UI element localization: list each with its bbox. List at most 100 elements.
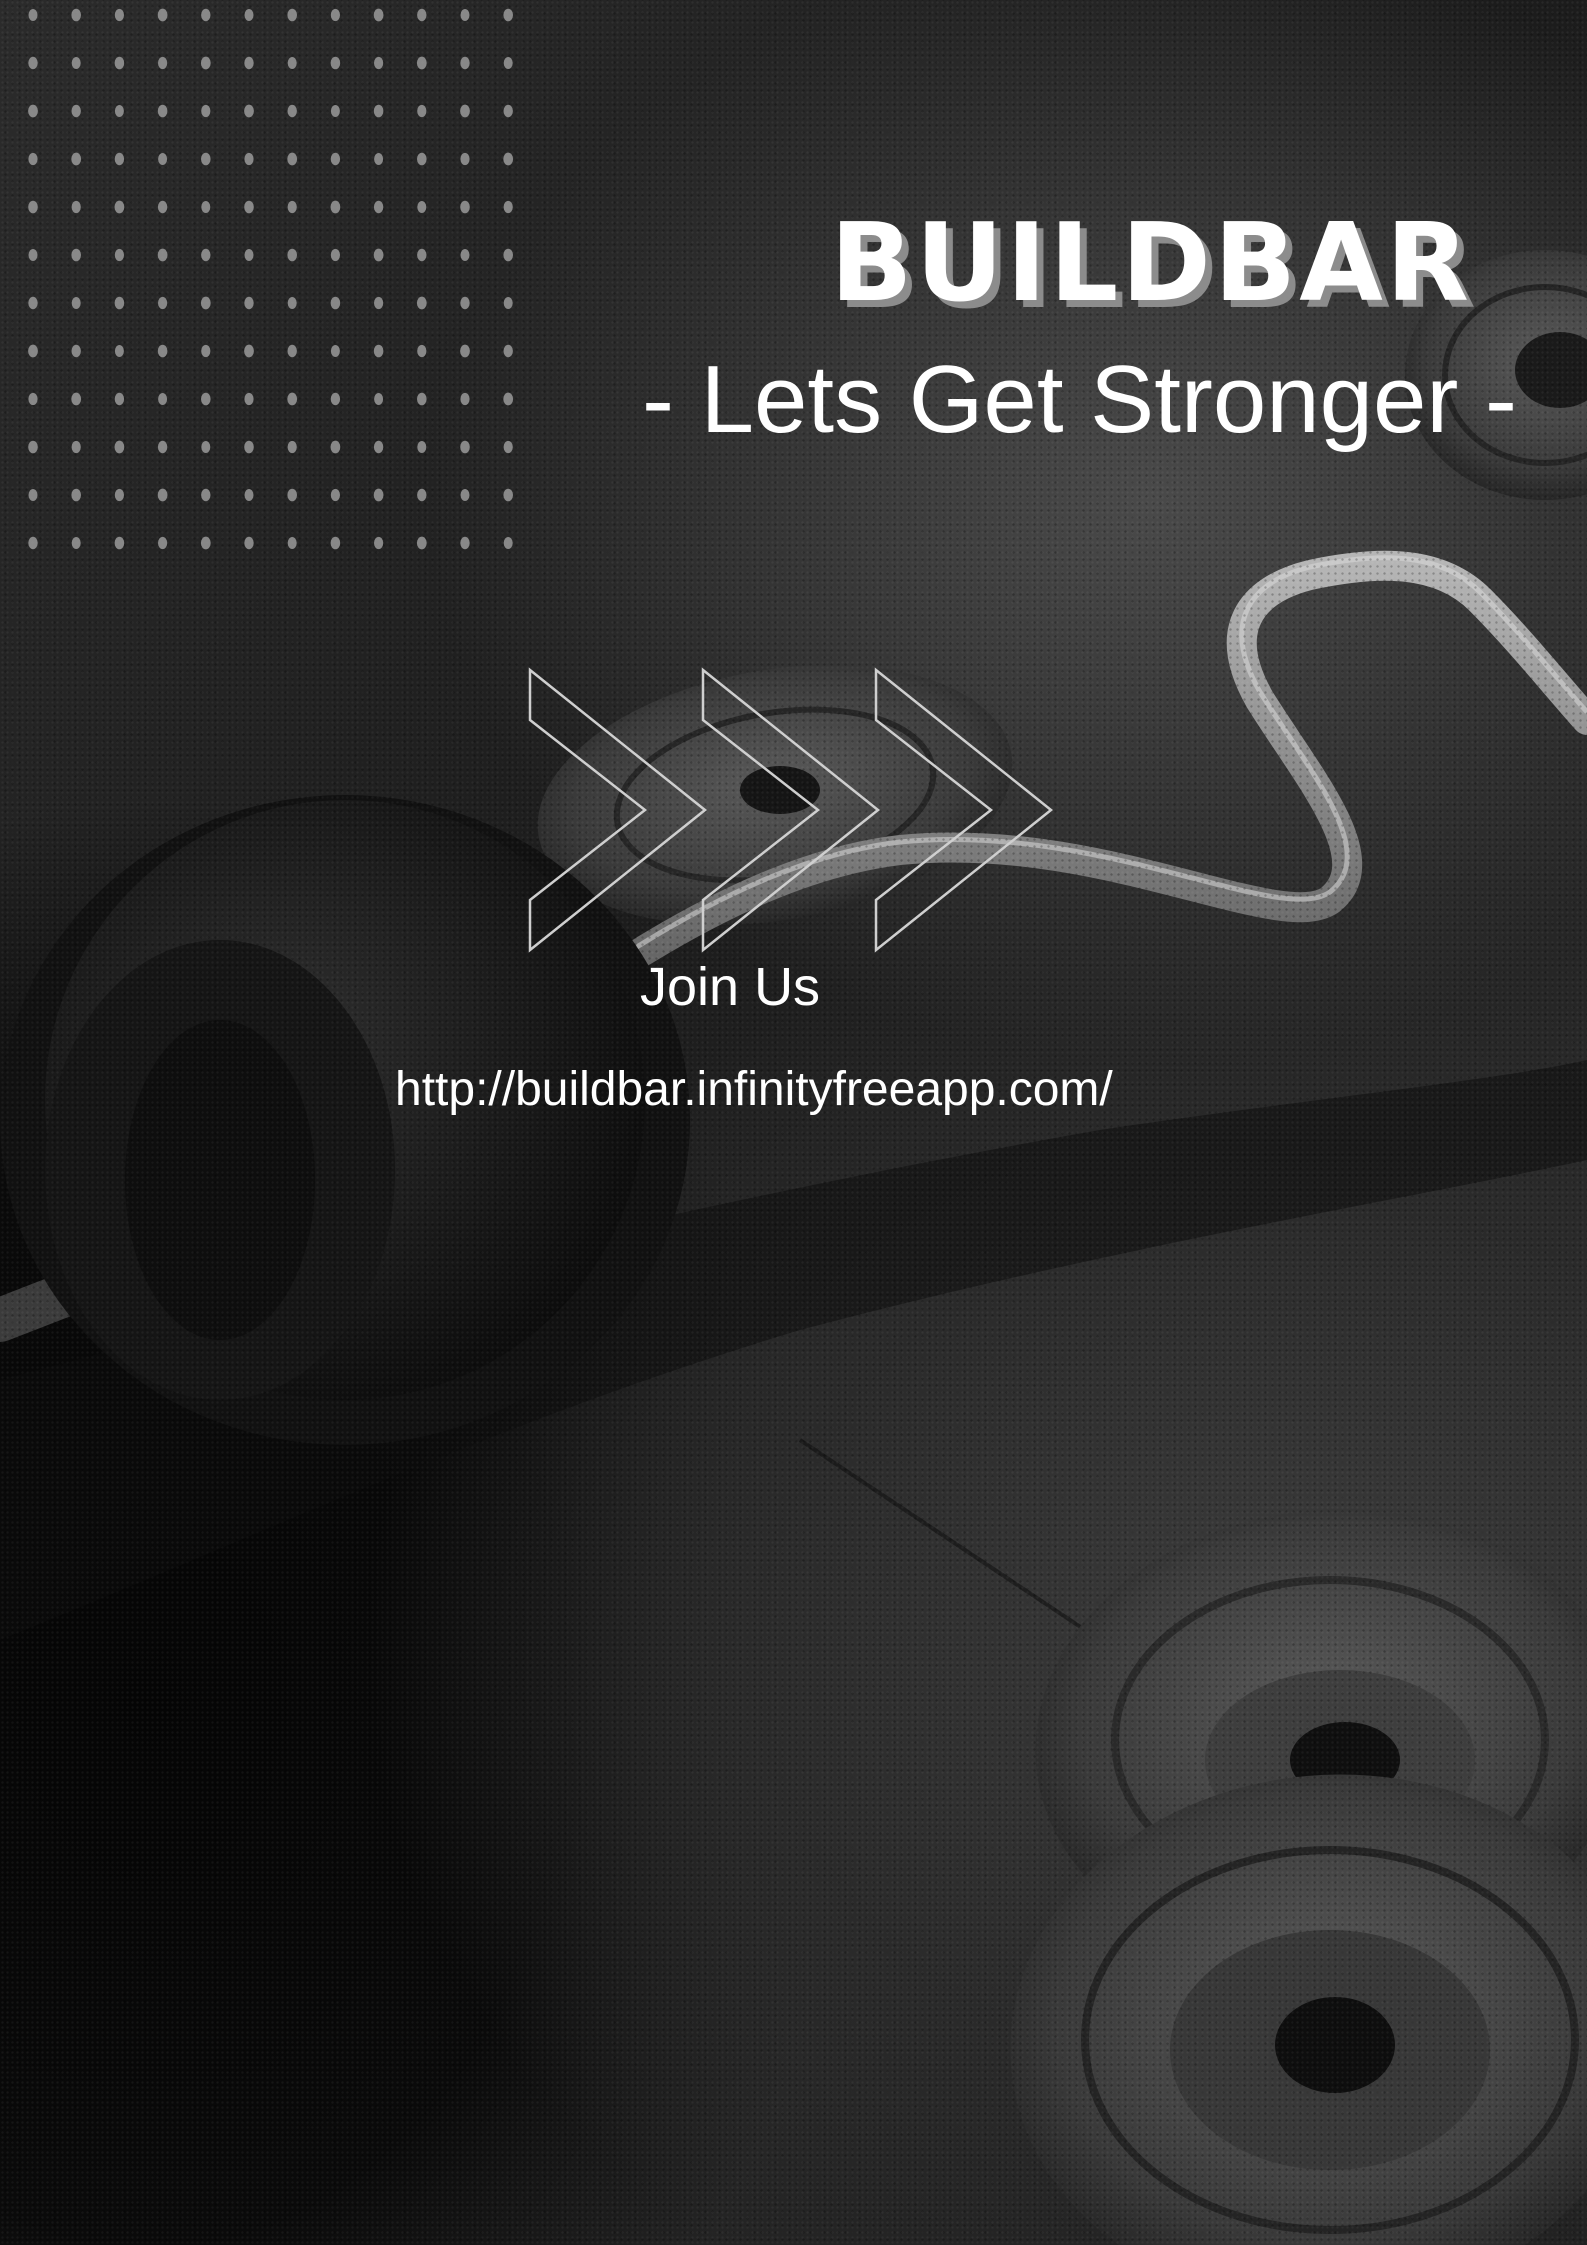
decorative-dot: [503, 200, 513, 214]
decorative-dot: [417, 152, 427, 166]
decorative-dot: [287, 248, 298, 262]
decorative-dot: [460, 152, 470, 166]
decorative-dot: [114, 248, 124, 262]
decorative-dot: [71, 537, 81, 549]
decorative-dot: [201, 201, 211, 213]
decorative-dot: [460, 344, 470, 358]
decorative-dot: [157, 248, 168, 262]
decorative-dot: [503, 152, 514, 166]
decorative-dot: [373, 200, 384, 214]
decorative-dot: [28, 344, 38, 358]
decorative-dot: [114, 488, 124, 502]
decorative-dot: [71, 440, 81, 454]
decorative-dot: [244, 344, 254, 358]
decorative-dot: [157, 344, 168, 358]
decorative-dot: [503, 248, 513, 262]
decorative-dot: [114, 296, 125, 310]
decorative-dot: [71, 104, 81, 118]
decorative-dot: [28, 104, 38, 118]
decorative-dot: [201, 488, 211, 502]
decorative-dot: [417, 248, 427, 262]
decorative-dot: [503, 297, 513, 309]
decorative-dot: [330, 440, 341, 454]
decorative-dot: [374, 153, 384, 165]
decorative-dot: [417, 201, 427, 213]
decorative-dot: [201, 248, 211, 262]
decorative-dot: [114, 392, 125, 406]
poster-tagline: - Lets Get Stronger -: [641, 346, 1517, 453]
decorative-dot: [244, 152, 254, 166]
decorative-dot: [28, 392, 38, 406]
decorative-dot: [71, 152, 82, 166]
decorative-dot: [503, 488, 513, 502]
decorative-dot: [201, 8, 211, 22]
decorative-dot: [460, 56, 470, 70]
decorative-dot: [330, 345, 340, 357]
decorative-dot: [201, 344, 211, 358]
decorative-dot: [503, 8, 513, 22]
decorative-dot: [158, 153, 168, 165]
decorative-dot: [71, 344, 81, 358]
decorative-dot: [244, 56, 254, 70]
decorative-dot: [330, 296, 341, 310]
decorative-dot: [460, 392, 470, 406]
decorative-dot: [373, 440, 384, 454]
decorative-dot: [460, 104, 470, 118]
decorative-dot: [460, 9, 470, 21]
decorative-dot: [28, 296, 38, 310]
decorative-dot: [373, 344, 384, 358]
decorative-dot: [416, 56, 427, 70]
decorative-dot: [287, 392, 298, 406]
chevron-icon: [874, 667, 1054, 953]
decorative-dot: [71, 200, 81, 214]
decorative-dot: [330, 248, 340, 262]
decorative-dot: [28, 536, 38, 550]
dot-grid-decoration: [28, 8, 514, 550]
decorative-dot: [114, 105, 124, 117]
decorative-dot: [244, 249, 254, 261]
decorative-dot: [373, 8, 384, 22]
decorative-dot: [503, 104, 513, 118]
decorative-dot: [114, 56, 125, 70]
decorative-dot: [330, 200, 341, 214]
decorative-dot: [417, 8, 427, 22]
decorative-dot: [244, 392, 254, 406]
decorative-dot: [244, 296, 254, 310]
decorative-dot: [460, 440, 470, 454]
poster: BUILDBAR - Lets Get Stronger - Join Us h…: [0, 0, 1587, 2245]
decorative-dot: [71, 297, 81, 309]
decorative-dot: [114, 8, 124, 22]
website-link[interactable]: http://buildbar.infinityfreeapp.com/: [395, 1066, 1113, 1114]
decorative-dot: [503, 440, 513, 454]
decorative-dot: [417, 104, 427, 118]
decorative-dot: [244, 440, 254, 454]
decorative-dot: [158, 296, 168, 310]
decorative-dot: [373, 248, 384, 262]
decorative-dot: [330, 56, 341, 70]
decorative-dot: [287, 537, 297, 549]
decorative-dot: [287, 297, 297, 309]
decorative-dot: [460, 200, 470, 214]
decorative-dot: [158, 536, 168, 550]
poster-title: BUILDBAR: [830, 201, 1472, 326]
decorative-dot: [244, 104, 254, 118]
decorative-dot: [28, 152, 38, 166]
decorative-dot: [416, 536, 427, 550]
decorative-dot: [417, 488, 427, 502]
decorative-dot: [287, 488, 298, 502]
decorative-dot: [373, 488, 384, 502]
decorative-dot: [28, 440, 38, 454]
decorative-dot: [374, 536, 384, 550]
decorative-dot: [71, 392, 82, 406]
decorative-dot: [157, 104, 168, 118]
decorative-dot: [417, 344, 427, 358]
decorative-dot: [460, 536, 470, 550]
chevron-icon: [528, 667, 708, 953]
decorative-dot: [200, 296, 211, 310]
decorative-dot: [158, 393, 168, 405]
decorative-dot: [114, 200, 125, 214]
decorative-dot: [460, 296, 470, 310]
decorative-dot: [503, 57, 513, 69]
decorative-dot: [330, 488, 340, 502]
decorative-dot: [330, 152, 341, 166]
